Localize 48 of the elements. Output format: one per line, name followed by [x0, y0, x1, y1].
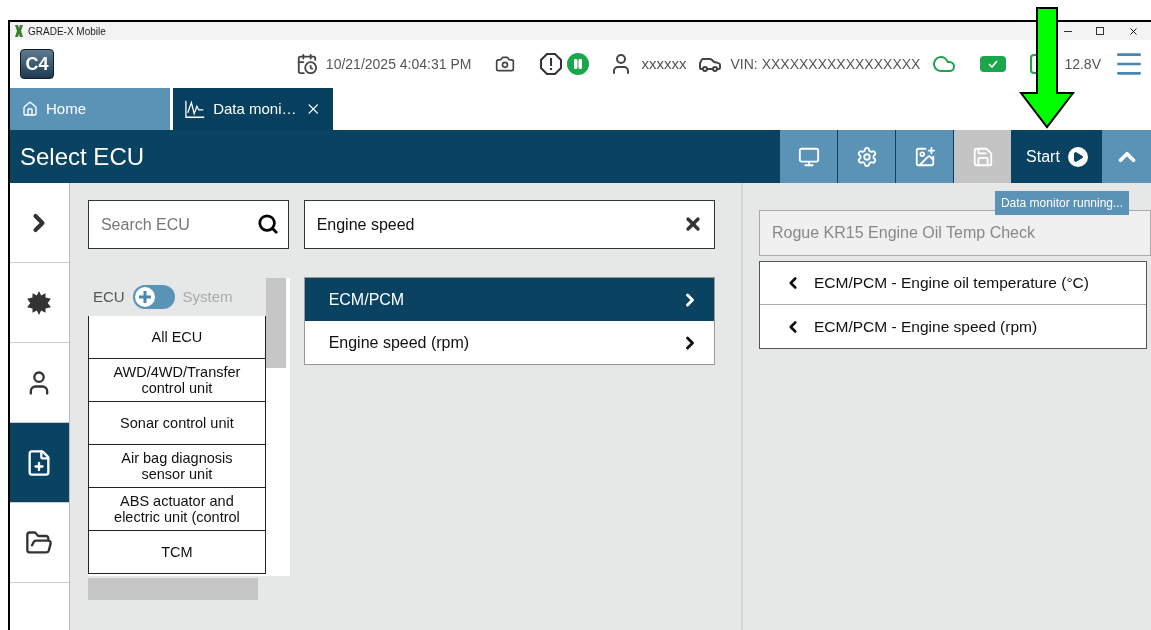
screenshot-icon[interactable] — [495, 54, 516, 74]
selected-parameter[interactable]: ECM/PCM - Engine oil temperature (°C) — [760, 262, 1146, 305]
connector-icon — [980, 56, 1007, 72]
ecu-list-item[interactable]: All ECU — [87, 316, 266, 359]
search-icon[interactable] — [256, 213, 279, 235]
selected-parameter[interactable]: ECM/PCM - Engine speed (rpm) — [760, 305, 1146, 348]
vin-label: VIN: — [730, 54, 758, 74]
alert-icon[interactable] — [539, 52, 564, 76]
burst-icon — [26, 289, 53, 316]
toolbar-button[interactable] — [780, 130, 837, 183]
tab[interactable]: Data moni… — [173, 88, 333, 130]
page-title: Select ECU — [20, 141, 145, 172]
vin-value: XXXXXXXXXXXXXXXXX — [761, 54, 921, 74]
window-title: GRADE-X Mobile — [28, 24, 106, 39]
user-name: xxxxxx — [641, 53, 687, 74]
toolbar-button[interactable] — [896, 130, 953, 183]
ecu-system-toggle[interactable] — [132, 285, 175, 309]
restore-icon[interactable] — [1096, 27, 1104, 35]
minimize-icon[interactable] — [1064, 30, 1072, 32]
horizontal-scrollbar[interactable] — [87, 578, 258, 600]
toolbar-button[interactable] — [838, 130, 895, 183]
calendar-clock-icon — [295, 53, 318, 75]
save-icon — [971, 145, 994, 168]
ecu-list-item[interactable]: TCM — [87, 530, 266, 574]
home-icon — [22, 101, 38, 117]
play-icon — [1067, 146, 1088, 167]
close-icon[interactable] — [1128, 25, 1139, 37]
datetime: 10/21/2025 4:04:31 PM — [325, 54, 472, 74]
filter-field[interactable]: Engine speed — [303, 200, 715, 249]
toggle-label: ECU — [92, 286, 125, 307]
scrollbar-thumb[interactable] — [265, 278, 286, 368]
voltage: 12.8V — [1064, 54, 1101, 74]
ecu-list-item[interactable]: Air bag diagnosis sensor unit — [87, 444, 266, 488]
name-field[interactable]: Rogue KR15 Engine Oil Temp Check — [759, 210, 1151, 256]
monitor-icon — [797, 145, 820, 168]
app-icon — [14, 25, 24, 37]
ecu-list-item[interactable]: ABS actuator and electric unit (control — [87, 487, 266, 531]
tooltip: Data monitor running... — [994, 191, 1129, 215]
search-field[interactable]: Search ECU — [87, 200, 289, 249]
parameter-item[interactable]: ECM/PCM — [304, 278, 714, 321]
chart-icon — [185, 99, 206, 119]
toggle-label: System — [182, 286, 233, 307]
settings-icon — [855, 145, 878, 168]
collapse-button[interactable] — [1102, 130, 1151, 183]
add-icon — [913, 145, 936, 168]
app-logo: C4 — [20, 49, 54, 79]
ecu-list-item[interactable]: Sonar control unit — [87, 401, 266, 445]
ecu-list-item[interactable]: AWD/4WD/Transfer control unit — [87, 358, 266, 402]
